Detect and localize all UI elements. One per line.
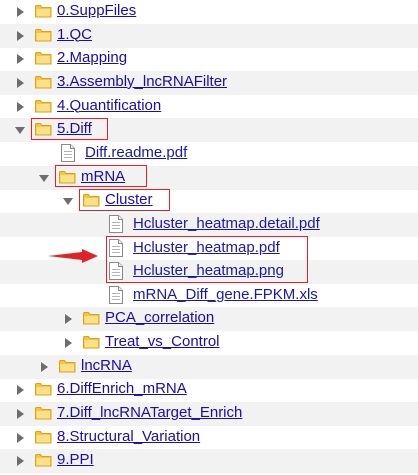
folder-link[interactable]: 8.Structural_Variation (57, 428, 200, 446)
folder-icon (83, 335, 100, 349)
tree-folder-7-diff-lncrnatarget-enrich[interactable]: 7.Diff_lncRNATarget_Enrich (0, 402, 418, 427)
tree-file-diff-readme-pdf[interactable]: Diff.readme.pdf (0, 142, 418, 166)
tree-folder-lncrna[interactable]: lncRNA (0, 354, 418, 379)
expanded-arrow-icon[interactable] (15, 127, 25, 135)
folder-icon (83, 311, 100, 325)
folder-link[interactable]: mRNA (81, 168, 125, 186)
collapsed-arrow-icon[interactable] (17, 409, 24, 420)
tree-folder-1-qc[interactable]: 1.QC (0, 23, 418, 48)
tree-folder-cluster[interactable]: Cluster (0, 189, 418, 213)
folder-link[interactable]: 1.QC (57, 26, 92, 44)
file-link[interactable]: mRNA_Diff_gene.FPKM.xls (133, 286, 318, 304)
collapsed-arrow-icon[interactable] (17, 385, 24, 396)
folder-link[interactable]: 6.DiffEnrich_mRNA (57, 380, 187, 398)
folder-link[interactable]: 9.PPI (57, 451, 94, 469)
collapsed-arrow-icon[interactable] (65, 314, 72, 325)
folder-icon (59, 359, 76, 373)
folder-link[interactable]: 7.Diff_lncRNATarget_Enrich (57, 404, 242, 422)
tree-folder-mrna[interactable]: mRNA (0, 165, 418, 190)
tree-folder-6-diffenrich-mrna[interactable]: 6.DiffEnrich_mRNA (0, 378, 418, 402)
file-icon (61, 143, 75, 162)
folder-icon (35, 430, 52, 444)
folder-icon (35, 382, 52, 396)
red-arrow-icon (48, 249, 98, 263)
folder-link[interactable]: 3.Assembly_lncRNAFilter (57, 73, 227, 91)
collapsed-arrow-icon[interactable] (17, 456, 24, 467)
folder-icon (83, 193, 100, 207)
folder-link[interactable]: Treat_vs_Control (105, 333, 220, 351)
file-link[interactable]: Diff.readme.pdf (85, 144, 187, 162)
folder-link[interactable]: 0.SuppFiles (57, 2, 136, 20)
collapsed-arrow-icon[interactable] (17, 101, 24, 112)
file-icon (109, 214, 123, 233)
folder-icon (35, 28, 52, 42)
expanded-arrow-icon[interactable] (63, 198, 73, 206)
file-link[interactable]: Hcluster_heatmap.png (133, 262, 284, 280)
file-tree: 0.SuppFiles 1.QC 2.Mapping 3.Assembly_lncRN… (0, 0, 418, 475)
collapsed-arrow-icon[interactable] (17, 77, 24, 88)
collapsed-arrow-icon[interactable] (17, 30, 24, 41)
collapsed-arrow-icon[interactable] (17, 54, 24, 65)
tree-folder-2-mapping[interactable]: 2.Mapping (0, 47, 418, 71)
collapsed-arrow-icon[interactable] (41, 361, 48, 372)
folder-icon (59, 170, 76, 184)
tree-file-mrna-diff-gene-fpkm-xls[interactable]: mRNA_Diff_gene.FPKM.xls (0, 284, 418, 308)
file-icon (109, 262, 123, 281)
folder-icon (35, 51, 52, 65)
tree-folder-4-quantification[interactable]: 4.Quantification (0, 95, 418, 119)
tree-folder-9-ppi[interactable]: 9.PPI (0, 449, 418, 474)
folder-icon (35, 122, 52, 136)
tree-folder-3-assembly-lncrnafilter[interactable]: 3.Assembly_lncRNAFilter (0, 70, 418, 95)
folder-icon (35, 4, 52, 18)
folder-link[interactable]: lncRNA (81, 357, 132, 375)
folder-link[interactable]: PCA_correlation (105, 309, 214, 327)
folder-icon (35, 453, 52, 467)
tree-folder-8-structural-variation[interactable]: 8.Structural_Variation (0, 426, 418, 450)
file-icon (109, 285, 123, 304)
folder-icon (35, 75, 52, 89)
collapsed-arrow-icon[interactable] (65, 338, 72, 349)
folder-link[interactable]: 2.Mapping (57, 49, 127, 67)
tree-file-hcluster-heatmap-png[interactable]: Hcluster_heatmap.png (0, 260, 418, 285)
collapsed-arrow-icon[interactable] (17, 7, 24, 17)
file-link[interactable]: Hcluster_heatmap.detail.pdf (133, 215, 320, 233)
expanded-arrow-icon[interactable] (39, 174, 49, 182)
tree-file-hcluster-heatmap-detail-pdf[interactable]: Hcluster_heatmap.detail.pdf (0, 212, 418, 237)
folder-link[interactable]: 5.Diff (57, 120, 92, 138)
collapsed-arrow-icon[interactable] (17, 432, 24, 443)
tree-folder-pca-correlation[interactable]: PCA_correlation (0, 307, 418, 332)
file-icon (109, 238, 123, 257)
tree-folder-5-diff[interactable]: 5.Diff (0, 118, 418, 143)
folder-icon (35, 99, 52, 113)
tree-folder-0-suppfiles[interactable]: 0.SuppFiles (0, 0, 418, 24)
tree-folder-treat-vs-control[interactable]: Treat_vs_Control (0, 331, 418, 355)
file-link[interactable]: Hcluster_heatmap.pdf (133, 239, 280, 257)
folder-link[interactable]: Cluster (105, 191, 153, 209)
folder-icon (35, 406, 52, 420)
folder-link[interactable]: 4.Quantification (57, 97, 161, 115)
